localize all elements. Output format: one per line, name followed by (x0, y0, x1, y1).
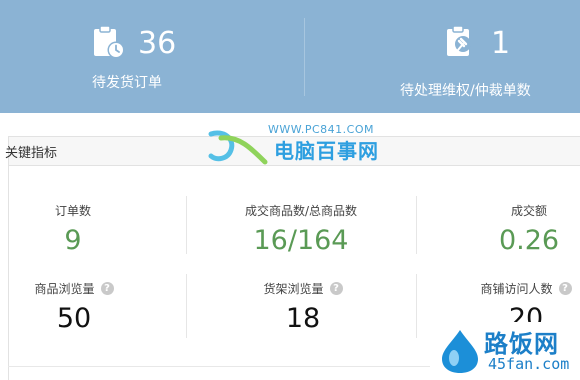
metric-turnover: 成交额 0.26 (484, 200, 574, 257)
metric-value: 16/164 (253, 225, 349, 256)
pending-dispute-count: 1 (491, 26, 511, 61)
pending-shipment-stat[interactable]: 36 待发货订单 (92, 24, 176, 94)
metric-label: 商铺访问人数 ? (480, 280, 572, 297)
metric-value: 50 (56, 303, 92, 334)
metric-value: 0.26 (498, 225, 560, 256)
column-separator (416, 196, 417, 254)
metric-order-count: 订单数 9 (28, 200, 118, 257)
metric-value: 9 (64, 225, 82, 256)
clipboard-clock-icon (92, 24, 126, 64)
metric-sold-total-products: 成交商品数/总商品数 16/164 (216, 200, 386, 257)
clipboard-gavel-icon (445, 24, 479, 64)
pending-dispute-stat[interactable]: 1 待处理维权/仲裁单数 (400, 24, 531, 99)
metric-label: 成交商品数/总商品数 (244, 204, 358, 218)
corner-logo-title: 路饭网 (484, 330, 559, 358)
help-icon[interactable]: ? (100, 282, 114, 295)
pending-shipment-label: 待发货订单 (92, 75, 162, 91)
metric-product-views: 商品浏览量 ? 50 (14, 278, 134, 335)
metric-label: 订单数 (54, 204, 91, 218)
section-title: 关键指标 (5, 146, 58, 161)
summary-banner: 36 待发货订单 1 待处理维权/仲裁单数 (0, 0, 580, 113)
metric-label-text: 货架浏览量 (263, 282, 324, 296)
panel-left-border (8, 166, 9, 380)
watermark-logo-icon (205, 128, 271, 172)
metric-label: 货架浏览量 ? (263, 280, 343, 297)
column-separator (186, 196, 187, 254)
help-icon[interactable]: ? (329, 282, 343, 295)
dashboard-page: 36 待发货订单 1 待处理维权/仲裁单数 关键指标 WWW.PC841.COM… (0, 0, 580, 380)
metric-label: 成交额 (510, 204, 547, 218)
metric-label-text: 商品浏览量 (34, 282, 95, 296)
banner-divider (304, 18, 305, 96)
column-separator (416, 274, 417, 338)
watermark-title: 电脑百事网 (274, 139, 379, 163)
corner-logo: 路饭网 45fan.com (430, 322, 580, 380)
metric-label-text: 商铺访问人数 (480, 282, 553, 296)
pending-shipment-count: 36 (138, 26, 177, 61)
corner-logo-subtitle: 45fan.com (488, 355, 570, 373)
column-separator (186, 274, 187, 338)
water-drop-logo-icon (438, 328, 482, 378)
help-icon[interactable]: ? (558, 282, 572, 295)
metric-shelf-views: 货架浏览量 ? 18 (238, 278, 368, 335)
metric-value: 18 (285, 303, 321, 334)
pending-dispute-label: 待处理维权/仲裁单数 (400, 83, 531, 99)
metric-label: 商品浏览量 ? (34, 280, 114, 297)
